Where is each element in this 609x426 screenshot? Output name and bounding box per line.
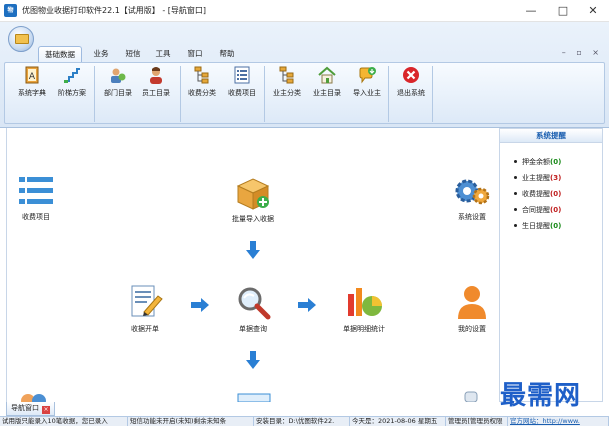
fee-category-button[interactable]: 收费分类: [184, 66, 220, 106]
import-owner-button[interactable]: 导入业主: [348, 66, 386, 106]
steps-icon: [64, 68, 80, 83]
arrow-right-icon: [191, 298, 209, 312]
group-separator: [432, 66, 433, 122]
owner-directory-icon: [318, 66, 336, 84]
owner-category-icon: [279, 66, 294, 84]
statistics-icon: [348, 288, 382, 316]
group-separator: [264, 66, 265, 122]
status-website-link[interactable]: 官方网站：http://www.: [508, 417, 609, 426]
magnifier-icon: [238, 287, 271, 320]
close-tab-icon[interactable]: ×: [42, 406, 50, 414]
exit-icon: [403, 67, 419, 83]
system-settings-node[interactable]: 系统设置: [447, 174, 497, 222]
employee-directory-button[interactable]: 员工目录: [138, 66, 174, 106]
department-icon: [111, 68, 126, 83]
reminder-item[interactable]: 合同提醒(0): [514, 205, 602, 221]
window-title: 优图物业收据打印软件22.1【试用版】 - [导航窗口]: [22, 6, 207, 15]
maximize-button[interactable]: □: [548, 2, 578, 20]
create-receipt-node[interactable]: 收据开单: [117, 284, 173, 334]
status-install-dir: 安装目录：D:\优图软件22.: [254, 417, 350, 426]
tab-business[interactable]: 业务: [88, 46, 114, 62]
my-settings-node[interactable]: 我的设置: [447, 284, 497, 334]
panel-icon: [237, 393, 271, 402]
fee-item-button[interactable]: 收费项目: [224, 66, 260, 106]
batch-import-receipts-node[interactable]: 批量导入收据: [223, 174, 283, 224]
ribbon-window-controls[interactable]: – ▫ ×: [562, 48, 603, 57]
group-separator: [180, 66, 181, 122]
reminder-item[interactable]: 业主提醒(3): [514, 173, 602, 189]
svg-text:A: A: [29, 72, 36, 82]
arrow-down-icon: [246, 351, 260, 369]
status-bar: 试用版只能录入10笔收据，您已录入 短信功能未开启(未知)剩余未知条 安装目录：…: [0, 416, 609, 426]
receipt-statistics-node[interactable]: 单据明细统计: [333, 284, 395, 334]
gears-icon: [455, 179, 490, 205]
receipt-query-node[interactable]: 单据查询: [225, 284, 281, 334]
close-button[interactable]: ✕: [578, 2, 608, 20]
status-sms-info: 短信功能未开启(未知)剩余未知条: [128, 417, 254, 426]
reminders-list: 押金余额(0) 业主提醒(3) 收费提醒(0) 合同提醒(0) 生日提醒(0): [500, 143, 602, 237]
system-dictionary-button[interactable]: A 系统字典: [12, 66, 52, 106]
reminder-item[interactable]: 生日提醒(0): [514, 221, 602, 237]
arrow-right-icon: [298, 298, 316, 312]
tab-help[interactable]: 帮助: [214, 46, 240, 62]
tab-tools[interactable]: 工具: [150, 46, 176, 62]
dictionary-icon: A: [25, 66, 39, 84]
title-bar: 物 优图物业收据打印软件22.1【试用版】 - [导航窗口] — □ ✕: [0, 0, 609, 22]
department-directory-button[interactable]: 部门目录: [100, 66, 136, 106]
app-icon: 物: [4, 4, 17, 17]
exit-system-button[interactable]: 退出系统: [392, 66, 430, 106]
device-icon: [464, 391, 478, 402]
receipt-edit-icon: [131, 285, 163, 317]
owner-directory-button[interactable]: 业主目录: [308, 66, 346, 106]
folder-icon: [15, 34, 29, 44]
watermark-text: 最需网: [500, 381, 582, 411]
box-import-icon: [236, 178, 270, 210]
fee-list-icon: [19, 177, 53, 204]
reminder-item[interactable]: 押金余额(0): [514, 157, 602, 173]
group-separator: [94, 66, 95, 122]
tab-sms[interactable]: 短信: [120, 46, 146, 62]
fee-items-node[interactable]: 收费项目: [11, 174, 61, 222]
ribbon: 基础数据 业务 短信 工具 窗口 帮助 – ▫ × A 系统字典 阶梯方案 部门…: [0, 22, 609, 128]
employee-icon: [150, 67, 162, 84]
navigation-window-tab[interactable]: 导航窗口 ×: [6, 402, 55, 416]
owner-category-button[interactable]: 业主分类: [268, 66, 306, 106]
status-user: 管理员[管理员权限: [446, 417, 508, 426]
minimize-button[interactable]: —: [516, 2, 546, 20]
tab-window[interactable]: 窗口: [182, 46, 208, 62]
tier-plan-button[interactable]: 阶梯方案: [54, 66, 90, 106]
reminders-title: 系统提醒: [500, 129, 602, 143]
group-separator: [388, 66, 389, 122]
arrow-down-icon: [246, 241, 260, 259]
fee-category-icon: [194, 66, 209, 84]
fee-item-icon: [234, 66, 250, 84]
status-trial-info: 试用版只能录入10笔收据，您已录入: [0, 417, 128, 426]
person-icon: [458, 286, 486, 319]
system-reminders-panel: 系统提醒 押金余额(0) 业主提醒(3) 收费提醒(0) 合同提醒(0) 生日提…: [499, 128, 603, 402]
import-owner-icon: [359, 67, 376, 84]
application-menu-button[interactable]: [8, 26, 34, 52]
status-date: 今天是：2021-08-06 星期五: [350, 417, 446, 426]
reminder-item[interactable]: 收费提醒(0): [514, 189, 602, 205]
tab-basic-data[interactable]: 基础数据: [38, 46, 82, 62]
navigation-workspace: 收费项目 批量导入收据 系统设置 收据开单 单据查询 单据明细统计 我的设置: [6, 128, 499, 404]
